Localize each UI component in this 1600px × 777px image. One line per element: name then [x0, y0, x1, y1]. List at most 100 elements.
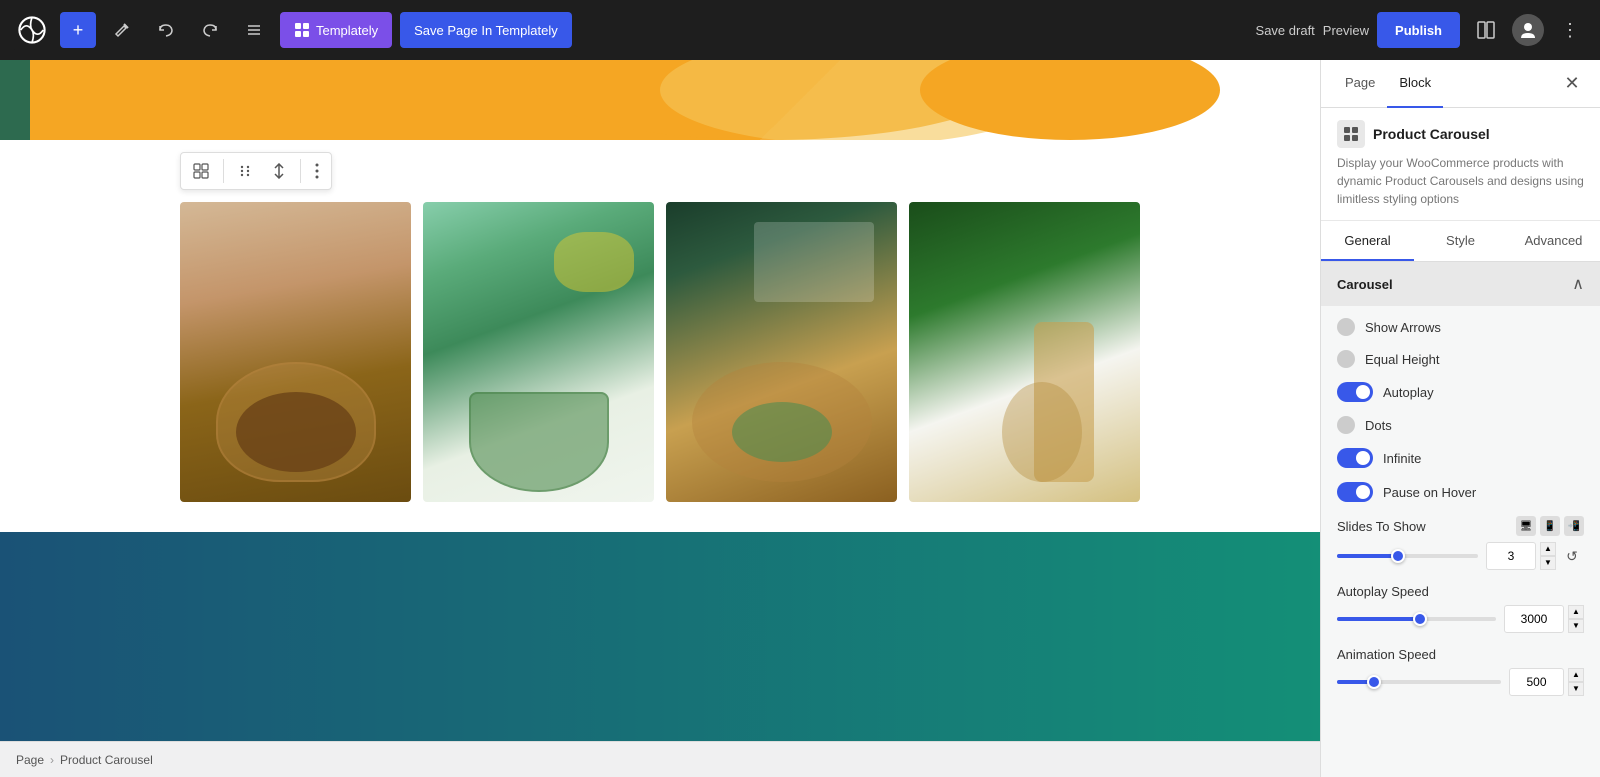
publish-button[interactable]: Publish [1377, 12, 1460, 48]
canvas-bottom-decoration [0, 532, 1320, 741]
autoplay-speed-stepper: ▲ ▼ [1568, 605, 1584, 633]
animation-speed-row: Animation Speed ▲ ▼ [1337, 647, 1584, 696]
show-arrows-toggle[interactable] [1337, 318, 1355, 336]
pause-hover-label: Pause on Hover [1383, 485, 1584, 500]
block-info: Product Carousel Display your WooCommerc… [1321, 108, 1600, 221]
block-info-header: Product Carousel [1337, 120, 1584, 148]
tab-general[interactable]: General [1321, 221, 1414, 261]
pause-hover-toggle[interactable] [1337, 482, 1373, 502]
breadcrumb-current: Product Carousel [60, 753, 153, 767]
close-sidebar-button[interactable]: ✕ [1556, 68, 1588, 100]
section-body: Show Arrows Equal Height Autoplay Dots [1321, 306, 1600, 708]
block-type-button[interactable] [185, 157, 217, 185]
block-toolbar [180, 152, 332, 190]
autoplay-speed-row: Autoplay Speed ▲ ▼ [1337, 584, 1584, 633]
slider-device-icons: 🖥 📱 📲 [1516, 516, 1584, 536]
breadcrumb-separator: › [50, 753, 54, 767]
block-icon [1337, 120, 1365, 148]
user-avatar-button[interactable] [1512, 14, 1544, 46]
dots-toggle[interactable] [1337, 416, 1355, 434]
animation-speed-label: Animation Speed [1337, 647, 1436, 662]
move-up-down-button[interactable] [264, 157, 294, 185]
animation-speed-stepper: ▲ ▼ [1568, 668, 1584, 696]
autoplay-speed-label: Autoplay Speed [1337, 584, 1429, 599]
autoplay-speed-number-input[interactable] [1504, 605, 1564, 633]
templately-button[interactable]: Templately [280, 12, 392, 48]
save-templately-button[interactable]: Save Page In Templately [400, 12, 572, 48]
animation-speed-increment[interactable]: ▲ [1568, 668, 1584, 682]
product-card [180, 202, 411, 502]
breadcrumb: Page › Product Carousel [0, 741, 1320, 777]
equal-height-toggle[interactable] [1337, 350, 1355, 368]
animation-speed-input: ▲ ▼ [1509, 668, 1584, 696]
tab-advanced[interactable]: Advanced [1507, 221, 1600, 261]
slides-label: Slides To Show [1337, 519, 1426, 534]
autoplay-toggle[interactable] [1337, 382, 1373, 402]
slides-stepper: ▲ ▼ [1540, 542, 1556, 570]
panel-tabs: General Style Advanced [1321, 221, 1600, 262]
autoplay-speed-input: ▲ ▼ [1504, 605, 1584, 633]
carousel-container: Sale Sale Sale [0, 202, 1320, 532]
mobile-icon[interactable]: 📲 [1564, 516, 1584, 536]
autoplay-speed-increment[interactable]: ▲ [1568, 605, 1584, 619]
infinite-row: Infinite [1337, 448, 1584, 468]
infinite-label: Infinite [1383, 451, 1584, 466]
autoplay-speed-label-row: Autoplay Speed [1337, 584, 1584, 599]
more-options-button[interactable]: ⋮ [1552, 12, 1588, 48]
add-block-button[interactable]: + [60, 12, 96, 48]
slides-label-row: Slides To Show 🖥 📱 📲 [1337, 516, 1584, 536]
carousel-section-header[interactable]: Carousel ∧ [1321, 262, 1600, 306]
right-sidebar: Page Block ✕ Product Carousel Display yo… [1320, 60, 1600, 777]
equal-height-label: Equal Height [1365, 352, 1584, 367]
product-card: Sale [666, 202, 897, 502]
save-draft-button[interactable]: Save draft [1256, 23, 1315, 38]
main-toolbar: + Templately Sav [0, 0, 1600, 60]
tools-button[interactable] [104, 12, 140, 48]
redo-button[interactable] [192, 12, 228, 48]
dots-row: Dots [1337, 416, 1584, 434]
show-arrows-label: Show Arrows [1365, 320, 1584, 335]
divider [300, 159, 301, 183]
slides-number-input[interactable] [1486, 542, 1536, 570]
tab-block[interactable]: Block [1387, 60, 1443, 108]
product-card: Sale [423, 202, 654, 502]
desktop-icon[interactable]: 🖥 [1516, 516, 1536, 536]
main-area: Sale Sale Sale [0, 60, 1600, 777]
section-collapse-icon: ∧ [1572, 274, 1584, 294]
product-card: Sale [909, 202, 1140, 502]
slides-to-show-row: Slides To Show 🖥 📱 📲 [1337, 516, 1584, 570]
canvas-decoration [0, 60, 1320, 140]
undo-button[interactable] [148, 12, 184, 48]
canvas: Sale Sale Sale [0, 60, 1320, 777]
toolbar-right: Save draft Preview Publish ⋮ [1256, 12, 1588, 48]
divider [223, 159, 224, 183]
tab-page[interactable]: Page [1333, 60, 1387, 108]
autoplay-label: Autoplay [1383, 385, 1584, 400]
block-title: Product Carousel [1373, 126, 1490, 142]
breadcrumb-page-link[interactable]: Page [16, 753, 44, 767]
infinite-toggle[interactable] [1337, 448, 1373, 468]
section-title: Carousel [1337, 277, 1393, 292]
autoplay-speed-decrement[interactable]: ▼ [1568, 619, 1584, 633]
preview-button[interactable]: Preview [1323, 23, 1369, 38]
tablet-icon[interactable]: 📱 [1540, 516, 1560, 536]
list-view-button[interactable] [236, 12, 272, 48]
slides-increment[interactable]: ▲ [1540, 542, 1556, 556]
slides-reset-button[interactable]: ↺ [1560, 544, 1584, 568]
pause-hover-row: Pause on Hover [1337, 482, 1584, 502]
block-description: Display your WooCommerce products with d… [1337, 154, 1584, 208]
slides-value-input: ▲ ▼ ↺ [1486, 542, 1584, 570]
carousel-section: Carousel ∧ Show Arrows Equal Height Aut [1321, 262, 1600, 708]
animation-speed-number-input[interactable] [1509, 668, 1564, 696]
tab-style[interactable]: Style [1414, 221, 1507, 261]
wp-logo[interactable] [12, 10, 52, 50]
view-toggle-button[interactable] [1468, 12, 1504, 48]
equal-height-row: Equal Height [1337, 350, 1584, 368]
dots-label: Dots [1365, 418, 1584, 433]
slides-decrement[interactable]: ▼ [1540, 556, 1556, 570]
block-options-button[interactable] [307, 157, 327, 185]
show-arrows-row: Show Arrows [1337, 318, 1584, 336]
drag-handle[interactable] [230, 158, 260, 184]
animation-speed-decrement[interactable]: ▼ [1568, 682, 1584, 696]
sidebar-header: Page Block ✕ [1321, 60, 1600, 108]
